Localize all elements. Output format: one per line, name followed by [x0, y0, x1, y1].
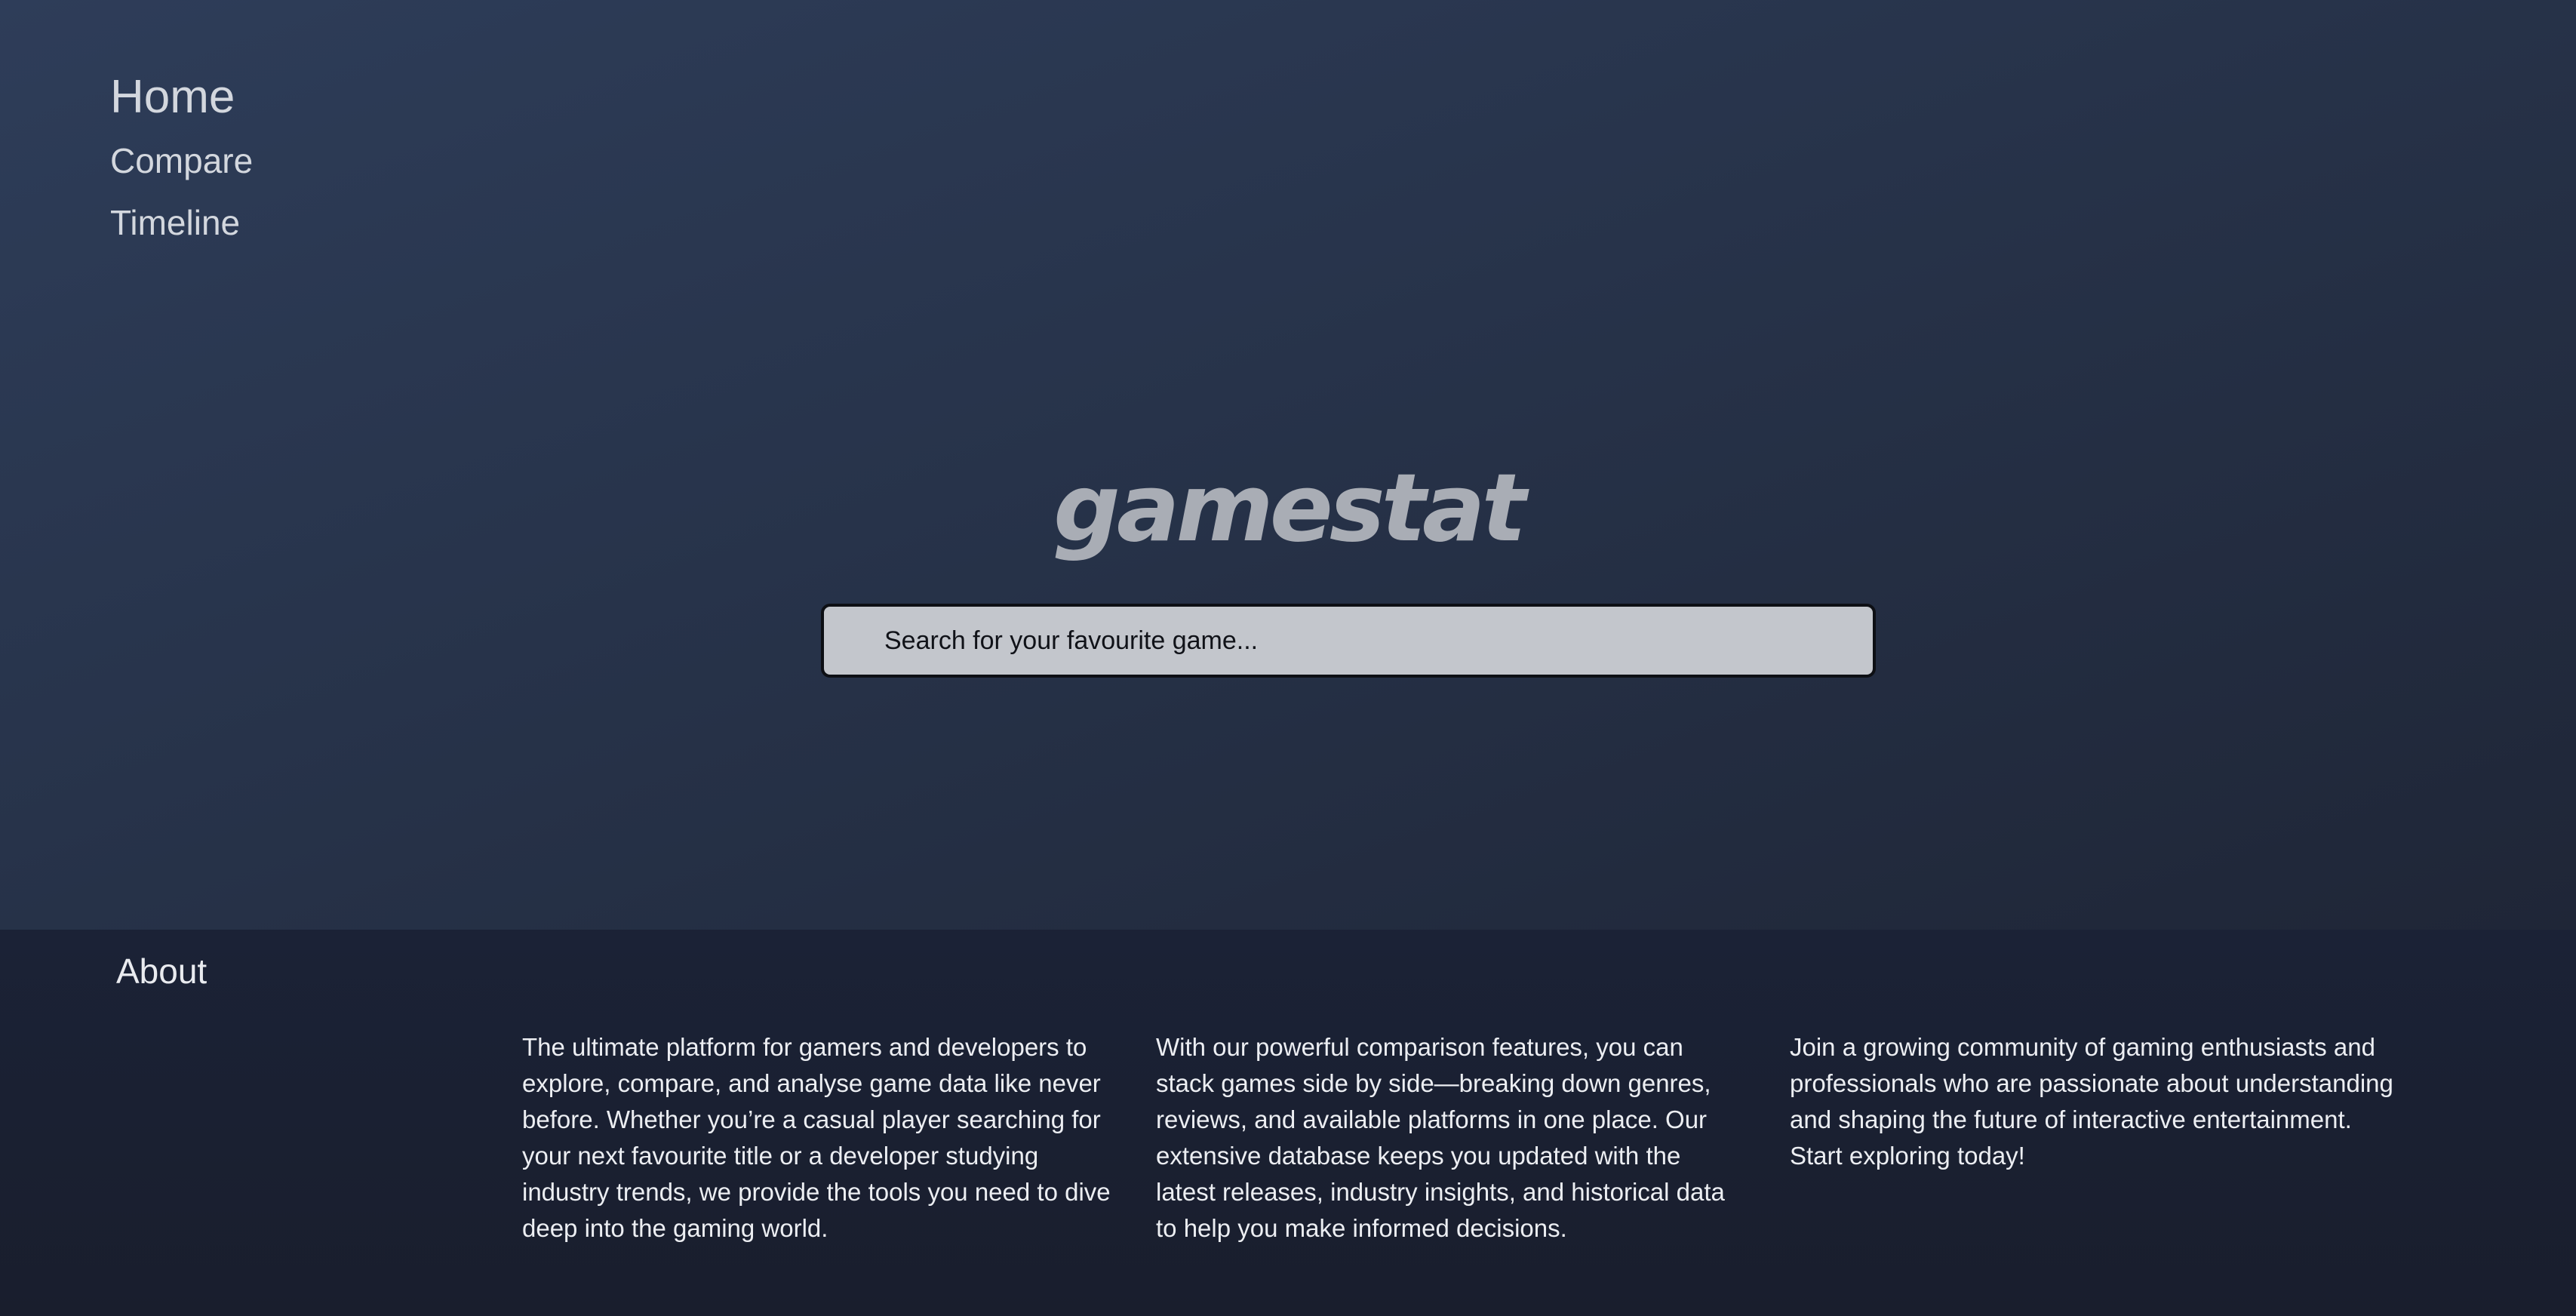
about-paragraph-community: Join a growing community of gaming enthu…	[1790, 1033, 2393, 1170]
search-input[interactable]	[824, 607, 1873, 675]
about-section: About The ultimate platform for gamers a…	[0, 930, 2576, 1316]
nav-home-link[interactable]: Home	[110, 74, 253, 121]
nav-compare-link[interactable]: Compare	[110, 143, 253, 178]
about-paragraph-platform: The ultimate platform for gamers and dev…	[522, 1033, 1111, 1242]
search-bar	[821, 604, 1876, 678]
about-paragraph-comparison: With our powerful comparison features, y…	[1156, 1033, 1725, 1242]
about-heading: About	[116, 952, 207, 991]
hero-section: Home Compare Timeline gamestat	[0, 0, 2576, 930]
main-nav: Home Compare Timeline	[110, 74, 253, 241]
gamestat-logo: gamestat	[1053, 454, 1526, 563]
nav-timeline-link[interactable]: Timeline	[110, 205, 253, 240]
